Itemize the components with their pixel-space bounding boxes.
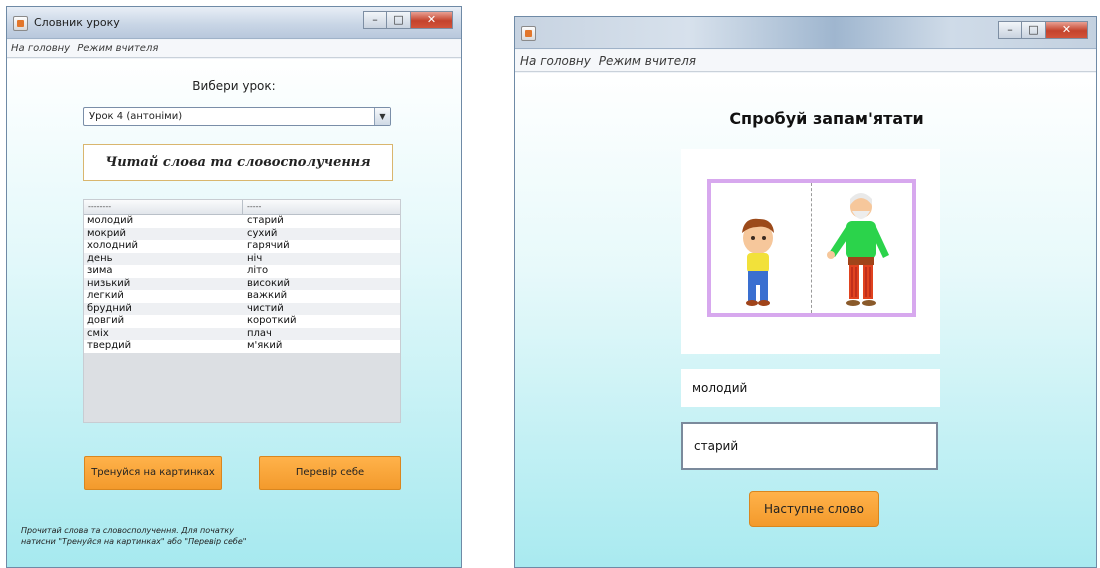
antonym-cell: літо	[247, 265, 269, 276]
close-icon[interactable]: ✕	[1046, 21, 1088, 39]
table-body: молодий старий мокрий сухий холодний гарячий д…	[84, 215, 400, 353]
table-row[interactable]: довгий короткий	[84, 315, 400, 328]
word-cell: холодний	[87, 240, 138, 251]
table-row[interactable]: мокрий сухий	[84, 227, 400, 240]
antonym-cell: сухий	[247, 227, 278, 239]
picture-panel	[681, 149, 940, 354]
boy-figure	[742, 218, 774, 306]
maximize-icon[interactable]: □	[387, 11, 411, 29]
hint-line: натисни "Тренуйся на картинках" або "Пер…	[21, 537, 247, 546]
table-row[interactable]: холодний гарячий	[84, 240, 400, 253]
word-cell: низький	[87, 277, 131, 289]
word-cell: довгий	[87, 315, 125, 326]
antonym-cell: високий	[247, 277, 291, 289]
column-header[interactable]: --------	[84, 200, 242, 214]
word-cell: брудний	[87, 302, 132, 314]
titlebar[interactable]: Словник уроку – □ ✕	[7, 7, 461, 39]
java-app-icon	[521, 26, 536, 41]
memorize-heading: Спробуй запам'ятати	[729, 109, 924, 128]
window-controls: – □ ✕	[998, 21, 1088, 39]
client-area: Вибери урок: Урок 4 (антоніми) ▼ Читай с…	[7, 59, 461, 567]
dropdown-arrow-icon[interactable]: ▼	[374, 108, 390, 125]
lesson-select-value: Урок 4 (антоніми)	[89, 111, 183, 122]
word-cell: твердий	[87, 340, 132, 351]
client-area: Спробуй запам'ятати молодий старий Насту…	[515, 73, 1096, 567]
word-cell: легкий	[87, 290, 124, 301]
menubar: На головну Режим вчителя	[7, 40, 461, 58]
next-word-button[interactable]: Наступне слово	[749, 491, 879, 527]
train-on-pictures-button[interactable]: Тренуйся на картинках	[84, 456, 222, 490]
word-cell: молодий	[87, 215, 134, 226]
table-row[interactable]: зима літо	[84, 265, 400, 278]
antonym-cell: старий	[247, 215, 284, 226]
java-app-icon	[13, 16, 28, 31]
menu-teacher-mode[interactable]: Режим вчителя	[76, 40, 161, 54]
table-row[interactable]: твердий м'який	[84, 340, 400, 353]
antonyms-table: -------- ----- молодий старий мокрий сухий х…	[83, 199, 401, 423]
table-row[interactable]: низький високий	[84, 277, 400, 290]
table-row[interactable]: брудний чистий	[84, 302, 400, 315]
antonym-cell: плач	[247, 327, 272, 339]
table-row[interactable]: день ніч	[84, 252, 400, 265]
word-cell: зима	[87, 265, 113, 276]
antonym-cell: чистий	[247, 302, 284, 314]
memorize-window: – □ ✕ На головну Режим вчителя Спробуй з…	[514, 16, 1097, 568]
word-cell: сміх	[87, 327, 109, 339]
choose-lesson-label: Вибери урок:	[192, 79, 276, 93]
menu-teacher-mode[interactable]: Режим вчителя	[598, 50, 699, 68]
window-title: Словник уроку	[34, 16, 120, 29]
menu-home[interactable]: На головну	[10, 40, 73, 54]
instruction-hint: Прочитай слова та словосполучення. Для п…	[21, 525, 321, 547]
lesson-select[interactable]: Урок 4 (антоніми) ▼	[83, 107, 391, 126]
read-words-heading: Читай слова та словосполучення	[83, 144, 393, 181]
check-yourself-button[interactable]: Перевір себе	[259, 456, 401, 490]
maximize-icon[interactable]: □	[1022, 21, 1046, 39]
window-controls: – □ ✕	[363, 11, 453, 29]
antonym-picture	[707, 179, 916, 317]
minimize-icon[interactable]: –	[998, 21, 1022, 39]
titlebar[interactable]: – □ ✕	[515, 17, 1096, 49]
antonym-cell: ніч	[247, 252, 263, 264]
menu-home[interactable]: На головну	[519, 50, 594, 68]
word-cell: день	[87, 252, 113, 264]
antonym-cell: м'який	[247, 340, 283, 351]
lesson-dictionary-window: Словник уроку – □ ✕ На головну Режим вчи…	[6, 6, 462, 568]
close-icon[interactable]: ✕	[411, 11, 453, 29]
column-header[interactable]: -----	[242, 200, 400, 214]
antonym-cell: короткий	[247, 315, 297, 326]
word-cell: мокрий	[87, 227, 127, 239]
menubar: На головну Режим вчителя	[515, 50, 1096, 72]
word-display-young: молодий	[681, 369, 940, 407]
minimize-icon[interactable]: –	[363, 11, 387, 29]
table-header: -------- -----	[84, 200, 400, 215]
table-row[interactable]: молодий старий	[84, 215, 400, 228]
table-row[interactable]: сміх плач	[84, 327, 400, 340]
table-row[interactable]: легкий важкий	[84, 290, 400, 303]
old-man-figure	[827, 193, 889, 306]
word-display-old[interactable]: старий	[681, 422, 938, 470]
antonym-cell: гарячий	[247, 240, 290, 251]
picture-divider	[811, 183, 812, 313]
antonym-cell: важкий	[247, 290, 288, 301]
hint-line: Прочитай слова та словосполучення. Для п…	[21, 526, 234, 535]
